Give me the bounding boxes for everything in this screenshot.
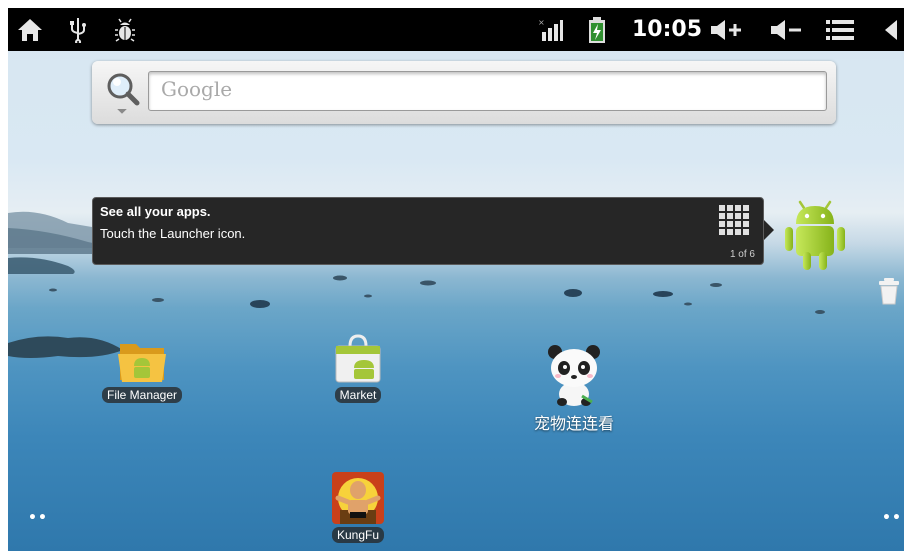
app-kungfu[interactable]: KungFu (320, 472, 396, 543)
search-icon[interactable] (102, 69, 142, 117)
tip-arrow (764, 220, 774, 240)
tip-body: Touch the Launcher icon. (100, 226, 246, 241)
home-screen: × 10:05 Google See all your apps. Touch … (8, 8, 904, 551)
google-search-widget[interactable]: Google (92, 61, 836, 124)
left-page-indicator[interactable]: •• (28, 510, 48, 526)
tip-title: See all your apps. (100, 204, 211, 219)
app-label: Market (334, 387, 382, 403)
kungfu-fighter-icon (332, 472, 384, 524)
search-input[interactable]: Google (148, 71, 827, 111)
right-page-indicator[interactable]: •• (882, 510, 902, 526)
launcher-grid-icon (719, 205, 751, 241)
app-file-manager[interactable]: File Manager (94, 336, 190, 403)
panda-icon (546, 342, 602, 408)
launcher-tip: See all your apps. Touch the Launcher ic… (92, 197, 764, 265)
tip-counter: 1 of 6 (729, 249, 755, 260)
app-panda-game[interactable]: 宠物连连看 (518, 342, 630, 434)
trash-icon[interactable] (876, 276, 904, 308)
folder-android-icon (116, 336, 168, 384)
search-placeholder: Google (161, 77, 233, 101)
market-bag-icon (332, 334, 384, 384)
app-label: KungFu (331, 527, 385, 543)
app-market[interactable]: Market (320, 334, 396, 403)
launcher-android-icon[interactable] (782, 196, 848, 272)
app-label: File Manager (101, 387, 183, 403)
app-label: 宠物连连看 (533, 414, 614, 433)
